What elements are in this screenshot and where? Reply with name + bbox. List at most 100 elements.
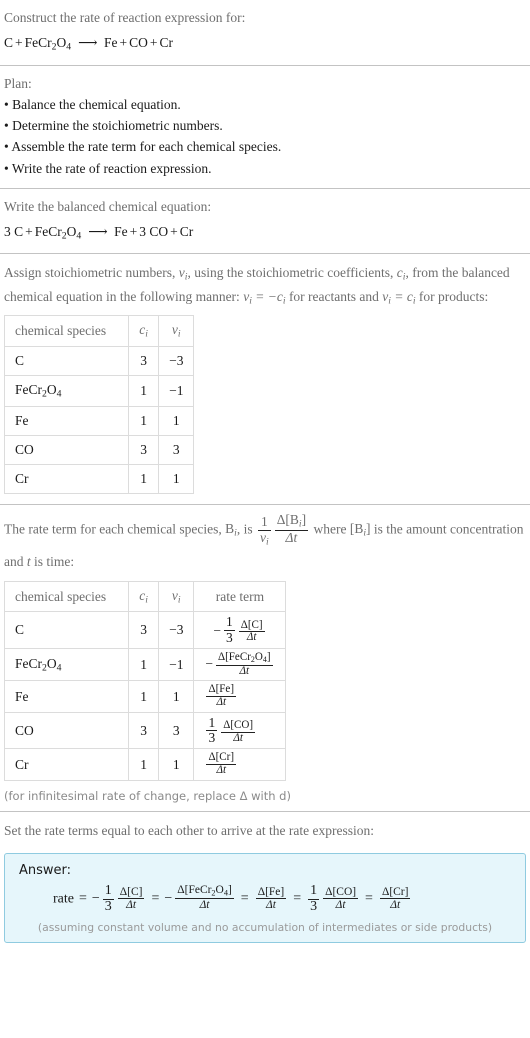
balanced-heading: Write the balanced chemical equation: [4, 198, 212, 214]
rate-derivative: Δ[C] Δt [238, 618, 265, 644]
reaction-arrow-icon: ⟶ [88, 224, 108, 240]
table-row: Fe 1 1 [3, 405, 195, 436]
cell-species: C [3, 345, 130, 376]
answer-label: Answer: [19, 862, 72, 878]
rate-intro-part-1: The rate term for each chemical species, [4, 521, 226, 537]
rate-derivative: Δ[FeCr2O4] Δt [215, 651, 273, 677]
cell-rate-term: 1 3 Δ[CO] Δt [193, 711, 287, 750]
final-heading: Set the rate terms equal to each other t… [4, 822, 374, 838]
rate-coefficient: 13 [223, 614, 235, 645]
cell-nu: 1 [158, 748, 195, 781]
plan-heading: Plan: [4, 75, 32, 91]
plan-section: Plan: • Balance the chemical equation. •… [0, 66, 530, 188]
term-coefficient: 13 [102, 882, 114, 914]
col-header-c: ci [128, 580, 160, 613]
table-row: Cr 1 1 Δ[Cr] Δt [3, 748, 287, 781]
cell-nu: −3 [158, 611, 195, 650]
stoichiometric-table: chemical species ci νi C 3 −3 FeCr2O4 1 … [3, 315, 195, 494]
cell-c: 1 [128, 374, 160, 407]
rate-intro-part-5: is time: [30, 553, 75, 569]
rate-intro-part-2: , is [236, 521, 256, 537]
cell-nu: 1 [158, 463, 195, 494]
bullet-icon: • [4, 96, 9, 112]
input-equation: C + FeCr2O4 ⟶ Fe + CO + Cr [4, 35, 173, 53]
cell-nu: 1 [158, 680, 195, 713]
stoich-intro-part-5: for products: [415, 288, 489, 304]
plan-step-label: Balance the chemical equation. [12, 96, 181, 112]
b-symbol: Bi [225, 521, 237, 540]
nu-eq-neg-c: νi = −ci [243, 288, 286, 307]
cell-species: Fe [3, 680, 130, 713]
table-row: Fe 1 1 Δ[Fe] Δt [3, 680, 287, 713]
term-derivative: Δ[FeCr2O4] Δt [175, 884, 234, 912]
eq-product-3: Cr [179, 224, 194, 240]
cell-rate-term: − Δ[FeCr2O4] Δt [193, 648, 287, 682]
cell-nu: 3 [158, 711, 195, 750]
cell-rate-term: −1 3 Δ[C] Δt [193, 611, 287, 650]
reaction-arrow-icon: ⟶ [78, 35, 97, 51]
plan-step-label: Write the rate of reaction expression. [11, 160, 212, 176]
plan-step: • Determine the stoichiometric numbers. [4, 116, 526, 136]
bullet-icon: • [4, 139, 9, 155]
cell-species: FeCr2O4 [3, 648, 130, 682]
cell-species: FeCr2O4 [3, 374, 130, 407]
cell-rate-term: Δ[Cr] Δt [193, 748, 287, 781]
rate-sign: − [213, 622, 221, 638]
table-row: CO 3 3 [3, 434, 195, 465]
table-row: CO 3 3 1 3 Δ[CO] Δt [3, 711, 287, 750]
table-row: FeCr2O4 1 −1 [3, 374, 195, 407]
rate-term-formula: 1 νi Δ[Bi] Δt [258, 511, 309, 548]
stoichiometric-section: Assign stoichiometric numbers, νi , using… [0, 254, 530, 503]
plan-step-label: Determine the stoichiometric numbers. [12, 118, 223, 134]
col-header-species: chemical species [3, 315, 130, 347]
cell-rate-term: Δ[Fe] Δt [193, 680, 287, 713]
cell-c: 3 [128, 611, 160, 650]
stoich-intro-part-1: Assign stoichiometric numbers, [4, 265, 179, 281]
equals-sign: = [151, 891, 160, 907]
infinitesimal-footnote: (for infinitesimal rate of change, repla… [4, 788, 291, 803]
plan-step: • Assemble the rate term for each chemic… [4, 137, 526, 157]
cell-nu: −1 [158, 374, 195, 407]
eq-product-1: Fe [114, 224, 128, 240]
rate-derivative: Δ[Fe] Δt [206, 683, 237, 709]
cell-species: Cr [3, 463, 130, 494]
eq-product-1: Fe [103, 35, 118, 51]
cell-species: Fe [3, 405, 130, 436]
stoich-intro: Assign stoichiometric numbers, νi, using… [4, 262, 526, 309]
rate-intro-part-3: where [310, 521, 350, 537]
col-header-species: chemical species [3, 580, 130, 613]
answer-assumption-note: (assuming constant volume and no accumul… [37, 921, 493, 935]
cell-nu: 3 [158, 434, 195, 465]
term-derivative: Δ[Fe] Δt [255, 886, 287, 912]
eq-product-2: CO [129, 35, 148, 51]
term-coefficient: 13 [308, 882, 320, 914]
col-header-rate-term: rate term [193, 580, 287, 613]
term-derivative: Δ[CO] Δt [323, 886, 359, 912]
cell-nu: −3 [158, 345, 195, 376]
cell-c: 1 [128, 463, 160, 494]
cell-nu: 1 [158, 405, 195, 436]
term-derivative: Δ[Cr] Δt [379, 886, 411, 912]
term-derivative: Δ[C] Δt [117, 886, 145, 912]
rate-derivative: Δ[Cr] Δt [206, 751, 237, 777]
plan-step: • Write the rate of reaction expression. [4, 159, 526, 179]
cell-c: 1 [128, 680, 160, 713]
cell-nu: −1 [158, 648, 195, 682]
rate-sign: − [205, 655, 213, 671]
rate-coefficient: 13 [206, 714, 218, 746]
solution-page: Construct the rate of reaction expressio… [0, 0, 530, 944]
cell-c: 1 [128, 405, 160, 436]
plan-step: • Balance the chemical equation. [4, 95, 526, 115]
rate-expression: rate = −1 3 Δ[C] Δt = − Δ[FeCr2O4] Δt = Δ[Fe] Δt = 1 3 Δ… [15, 882, 515, 915]
bracket-b-symbol: [Bi] [349, 521, 371, 540]
term-sign: − [91, 891, 100, 907]
rate-term-intro: The rate term for each chemical species,… [4, 511, 526, 575]
equals-sign: = [293, 891, 302, 907]
rate-term-table: chemical species ci νi rate term C 3 −3 … [3, 580, 287, 781]
eq-reactant-1: C [14, 224, 24, 240]
rate-term-section: The rate term for each chemical species,… [0, 505, 530, 811]
bullet-icon: • [4, 160, 9, 176]
balanced-equation-section: Write the balanced chemical equation: 3 … [0, 189, 530, 254]
rate-word: rate [53, 891, 74, 907]
col-header-c: ci [128, 315, 160, 347]
